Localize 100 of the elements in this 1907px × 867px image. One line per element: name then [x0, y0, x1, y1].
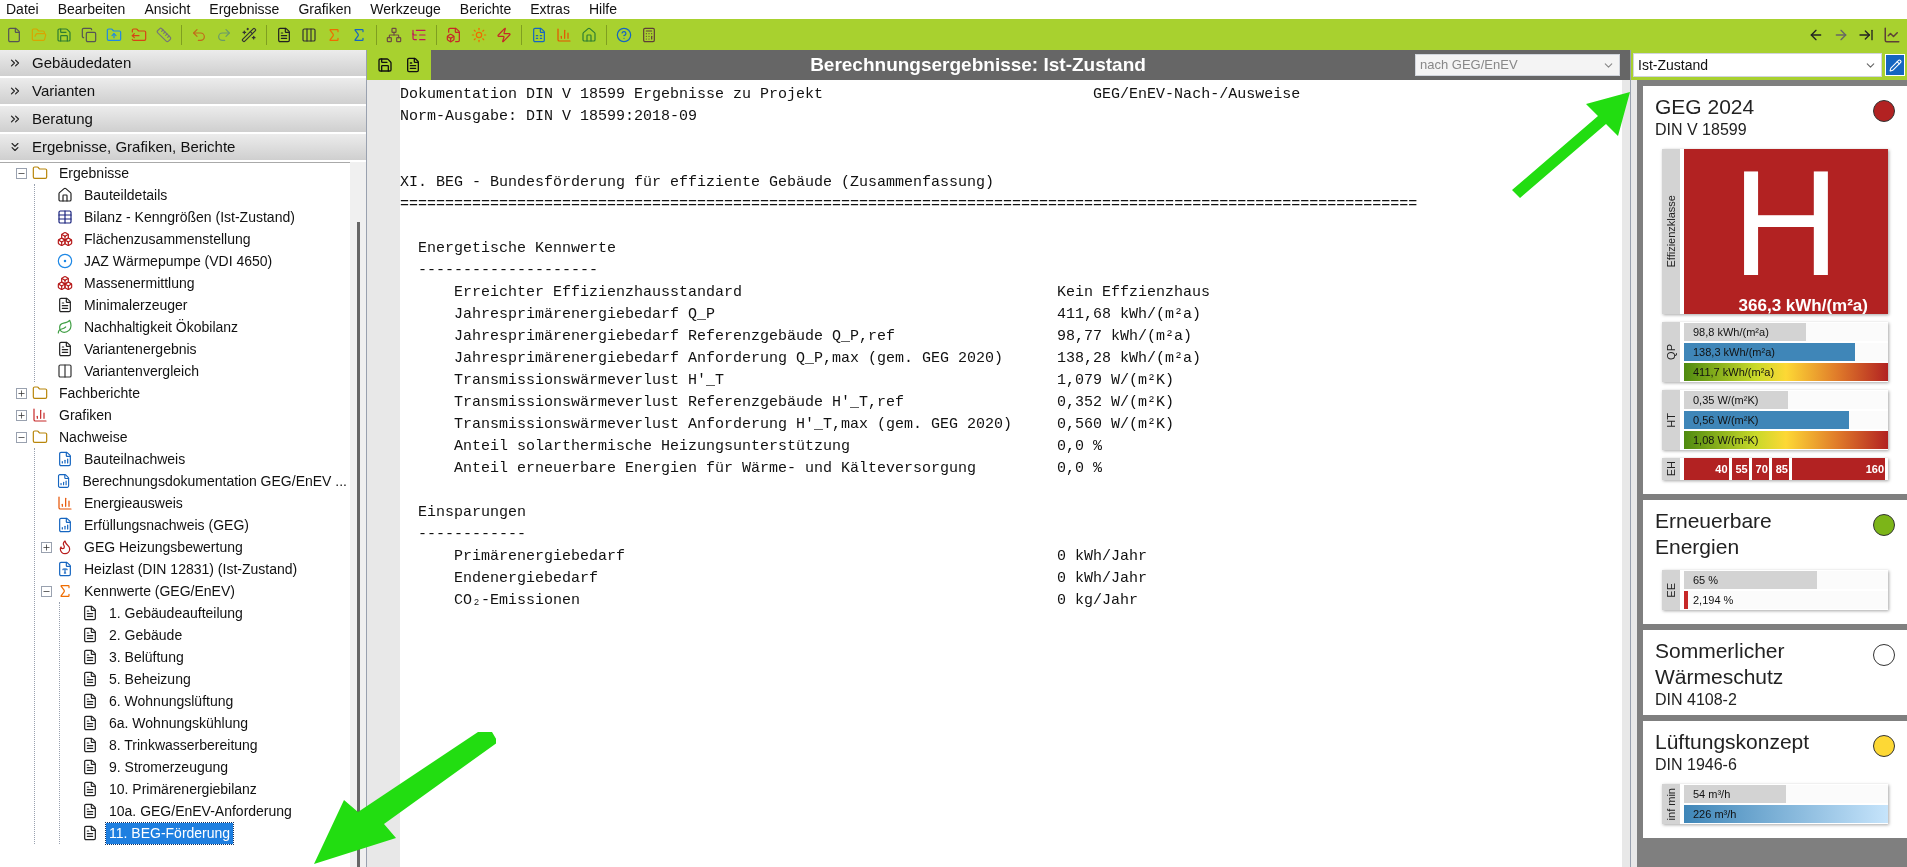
copy-icon[interactable]	[81, 26, 97, 43]
edit-button[interactable]	[1885, 54, 1905, 76]
accordion-header[interactable]: Varianten	[0, 78, 366, 106]
house-icon[interactable]	[581, 26, 597, 43]
menu-item[interactable]: Ergebnisse	[209, 0, 280, 20]
scale-step: 40	[1684, 458, 1729, 480]
spreadsheet-icon[interactable]	[531, 26, 547, 43]
tree-item[interactable]: Berechnungsdokumentation GEG/EnEV ...	[79, 470, 350, 492]
variant-dropdown[interactable]: Ist-Zustand	[1633, 53, 1882, 77]
menu-item[interactable]: Werkzeuge	[370, 0, 441, 20]
tree-item[interactable]: Erfüllungsnachweis (GEG)	[81, 514, 252, 536]
tree-item[interactable]: Bauteildetails	[81, 184, 171, 206]
columns-icon	[57, 363, 73, 379]
chart-icon[interactable]	[1883, 25, 1901, 44]
tree-item[interactable]: 10. Primärenergiebilanz	[106, 778, 260, 800]
document-icon	[82, 627, 98, 643]
save-icon[interactable]	[377, 57, 393, 73]
file-icon[interactable]	[446, 26, 462, 43]
sum-icon[interactable]	[351, 26, 367, 43]
tree-item[interactable]: 6. Wohnungslüftung	[106, 690, 237, 712]
tree-item[interactable]: Ergebnisse	[56, 162, 133, 184]
expand-toggle[interactable]	[40, 585, 52, 597]
tree-item[interactable]: Fachberichte	[56, 382, 143, 404]
report-heading: Dokumentation DIN V 18599 Ergebnisse zu Projekt	[400, 85, 825, 105]
tree-item[interactable]: 6a. Wohnungskühlung	[106, 712, 252, 734]
scrollbar[interactable]	[350, 162, 366, 867]
tree-item[interactable]: 2. Gebäude	[106, 624, 186, 646]
tree-item[interactable]: Energieausweis	[81, 492, 186, 514]
folder-arrow-icon[interactable]	[131, 26, 147, 43]
tree-item[interactable]: Minimalerzeuger	[81, 294, 191, 316]
menu-item[interactable]: Extras	[530, 0, 570, 20]
document-icon[interactable]	[276, 26, 292, 43]
tree-item[interactable]: 8. Trinkwasserbereitung	[106, 734, 261, 756]
document-icon	[82, 737, 98, 753]
menu-item[interactable]: Datei	[6, 0, 39, 20]
wand-icon[interactable]	[241, 26, 257, 43]
row-label: Erreichter Effizienzhausstandard	[454, 283, 744, 303]
tree-item[interactable]: Variantenvergleich	[81, 360, 202, 382]
row-label: Anteil solarthermische Heizungsunterstützung	[454, 437, 852, 457]
row-value: 0,352 W/(m²K)	[1057, 393, 1175, 413]
expand-toggle[interactable]	[15, 431, 27, 443]
menu-item[interactable]: Bearbeiten	[57, 0, 126, 20]
tree-item[interactable]: 10a. GEG/EnEV-Anforderung	[106, 800, 295, 822]
tree-item[interactable]: JAZ Wärmepumpe (VDI 4650)	[81, 250, 276, 272]
expand-toggle[interactable]	[40, 541, 52, 553]
accordion-header[interactable]: Beratung	[0, 106, 366, 134]
bar-value: 138,3 kWh/(m²a)	[1693, 345, 1775, 360]
row-value: 0,0 %	[1057, 459, 1103, 479]
new-file-icon[interactable]	[6, 26, 22, 43]
tree-item[interactable]: 11. BEG-Förderung	[106, 822, 234, 844]
document-icon	[82, 781, 98, 797]
tree-item[interactable]: 9. Stromerzeugung	[106, 756, 232, 778]
menu-item[interactable]: Grafiken	[298, 0, 352, 20]
accordion-header[interactable]: Gebäudedaten	[0, 50, 366, 78]
expand-toggle[interactable]	[15, 387, 27, 399]
bar-group-label: QP	[1663, 344, 1678, 360]
ruler-icon[interactable]	[156, 26, 172, 43]
bar-value: 98,8 kWh/(m²a)	[1693, 325, 1769, 340]
tree-item[interactable]: 5. Beheizung	[106, 668, 194, 690]
document-icon[interactable]	[405, 57, 421, 73]
tree-item[interactable]: Nachhaltigkeit Ökobilanz	[81, 316, 242, 338]
tree-item[interactable]: Variantenergebnis	[81, 338, 200, 360]
lightning-icon[interactable]	[496, 26, 512, 43]
project-label: GEG/EnEV-Nach-/Ausweise	[1093, 85, 1301, 105]
tree-item[interactable]: Heizlast (DIN 12831) (Ist-Zustand)	[81, 558, 301, 580]
network-icon[interactable]	[386, 26, 402, 43]
menu-item[interactable]: Hilfe	[588, 0, 617, 20]
tree-item[interactable]: GEG Heizungsbewertung	[81, 536, 246, 558]
tree-item[interactable]: 1. Gebäudeaufteilung	[106, 602, 246, 624]
tree-item[interactable]: Bauteilnachweis	[81, 448, 189, 470]
menu-item[interactable]: Ansicht	[144, 0, 191, 20]
document-icon	[82, 803, 98, 819]
heating-icon	[57, 539, 73, 555]
columns-icon[interactable]	[301, 26, 317, 43]
chevron-icon	[8, 84, 22, 98]
bar-group-label: inf min	[1663, 787, 1678, 821]
tree-item[interactable]: Kennwerte (GEG/EnEV)	[81, 580, 238, 602]
tree-item[interactable]: Bilanz - Kenngrößen (Ist-Zustand)	[81, 206, 298, 228]
bar-value: 1,08 W/(m²K)	[1693, 433, 1759, 448]
expand-toggle[interactable]	[15, 409, 27, 421]
bar-value: 0,56 W/(m²K)	[1693, 413, 1759, 428]
chapter-title: XI. BEG - Bundesförderung für effiziente Gebäude (Zusammenfassung)	[400, 174, 995, 191]
row-label: CO₂-Emissionen	[454, 591, 582, 611]
calculator-icon[interactable]	[641, 26, 657, 43]
row-value: 138,28 kWh/(m²a)	[1057, 349, 1202, 369]
help-icon[interactable]	[616, 26, 632, 43]
row-label: Transmissionswärmeverlust Referenzgebäude H'_T,ref	[454, 393, 906, 413]
row-label: Transmissionswärmeverlust Anforderung H'_T,max (gem. GEG 2020)	[454, 415, 1014, 435]
row-value: 0,0 %	[1057, 437, 1103, 457]
tree-item[interactable]: Massenermittlung	[81, 272, 198, 294]
tree-item[interactable]: Grafiken	[56, 404, 115, 426]
row-label: Jahresprimärenergiebedarf Referenzgebäude Q_P,ref	[454, 327, 897, 347]
tree-item[interactable]: 3. Belüftung	[106, 646, 187, 668]
card-title: Sommerlicher Wärmeschutz	[1655, 638, 1786, 690]
menu-item[interactable]: Berichte	[459, 0, 512, 20]
tree-item[interactable]: Nachweise	[56, 426, 131, 448]
row-label: Jahresprimärenergiebedarf Q_P	[454, 305, 717, 325]
expand-toggle[interactable]	[15, 167, 27, 179]
tree-item[interactable]: Flächenzusammenstellung	[81, 228, 254, 250]
accordion-header[interactable]: Ergebnisse, Grafiken, Berichte	[0, 134, 366, 162]
